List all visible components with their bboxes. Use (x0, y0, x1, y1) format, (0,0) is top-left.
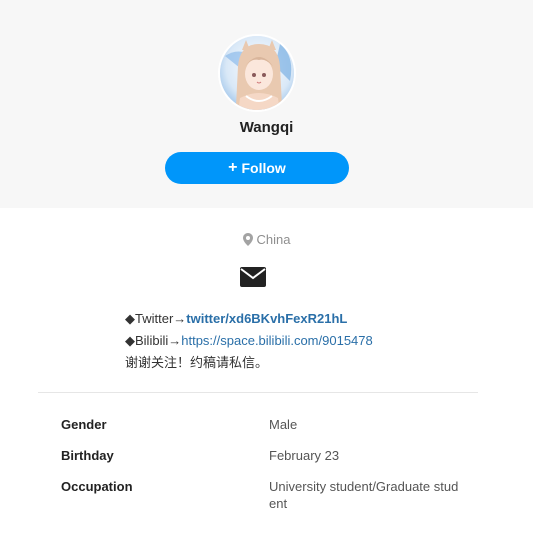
location-label: China (256, 232, 291, 247)
bilibili-link[interactable]: https://space.bilibili.com/9015478 (181, 333, 373, 348)
detail-label: Gender (61, 417, 107, 432)
bio-bilibili-line: ◆Bilibili→https://space.bilibili.com/901… (125, 330, 373, 352)
detail-value: February 23 (269, 448, 340, 463)
divider (38, 392, 478, 393)
bio-twitter-line: ◆Twitter→twitter/xd6BKvhFexR21hL (125, 308, 373, 330)
bio-bilibili-prefix: ◆Bilibili→ (125, 333, 182, 348)
follow-button-label: Follow (241, 160, 286, 176)
detail-label: Occupation (61, 479, 133, 494)
username: Wangqi (239, 119, 294, 136)
detail-row-gender: Gender Male (61, 416, 481, 433)
location-pin-icon (242, 233, 253, 246)
detail-label: Birthday (61, 448, 114, 463)
detail-value: Male (269, 417, 298, 432)
location: China (0, 232, 533, 247)
detail-value: University student/Graduate student (269, 479, 459, 511)
detail-row-occupation: Occupation University student/Graduate s… (61, 478, 481, 512)
profile-details: Gender Male Birthday February 23 Occupat… (61, 416, 481, 526)
bio: ◆Twitter→twitter/xd6BKvhFexR21hL ◆Bilibi… (125, 308, 373, 374)
twitter-link[interactable]: twitter/xd6BKvhFexR21hL (186, 311, 347, 326)
bio-note: 谢谢关注！约稿请私信。 (125, 355, 269, 370)
bio-twitter-prefix: ◆Twitter→ (125, 311, 187, 326)
detail-row-birthday: Birthday February 23 (61, 447, 481, 464)
mail-icon[interactable] (240, 267, 266, 287)
plus-icon: + (228, 159, 238, 176)
profile-header: Wangqi + Follow (0, 0, 533, 208)
avatar[interactable] (218, 34, 296, 112)
follow-button[interactable]: + Follow (165, 152, 349, 184)
